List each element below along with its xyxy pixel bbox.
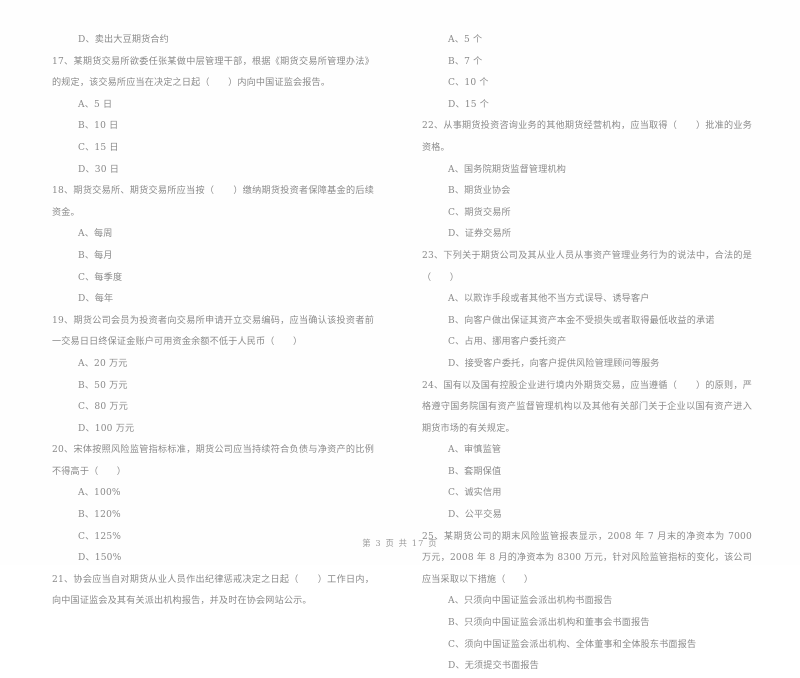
question-option: D、150% [78,553,122,564]
question-stem: 23、下列关于期货公司及其从业人员从事资产管理业务行为的说法中，合法的是（ ） [422,250,752,283]
question-option: A、5 个 [448,35,483,45]
question-option: A、20 万元 [78,358,128,369]
question-option: A、每周 [78,229,113,240]
question-option: B、120% [78,510,121,521]
page-footer: 第 3 页 共 17 页 [362,538,438,548]
question-option: A、国务院期货监督管理机构 [448,164,567,175]
question-option: C、须向中国证监会派出机构、全体董事和全体股东书面报告 [448,639,697,650]
question-option: D、证券交易所 [448,229,512,240]
question-option: C、期货交易所 [448,207,511,218]
question-stem: 19、期货公司会员为投资者向交易所申请开立交易编码，应当确认该投资者前一交易日日… [52,315,374,348]
question-option: D、100 万元 [78,423,135,434]
question-option: B、10 日 [78,121,119,132]
question-option: C、10 个 [448,78,489,89]
question-option: B、7 个 [448,56,483,67]
question-option: B、套期保值 [448,466,502,477]
question-option: B、只须向中国证监会派出机构和董事会书面报告 [448,618,650,629]
question-option: A、只须向中国证监会派出机构书面报告 [448,596,613,607]
right-column: A、5 个 B、7 个 C、10 个 D、15 个 22、从事期货投资咨询业务的其他期货… [400,30,800,671]
question-option: A、审慎监管 [448,445,502,456]
question-stem: 18、期货交易所、期货交易所应当按（ ）缴纳期货投资者保障基金的后续资金。 [52,186,374,218]
question-option: C、占用、挪用客户委托资产 [448,337,567,348]
question-option: B、50 万元 [78,380,128,391]
question-option: D、30 日 [78,164,120,175]
question-option: C、诚实信用 [448,488,502,499]
question-option: D、接受客户委托，向客户提供风险管理顾问等服务 [448,358,660,369]
question-option: A、以欺诈手段或者其他不当方式误导、诱导客户 [448,294,650,305]
two-column-layout: D、卖出大豆期货合约 17、某期货交易所欲委任张某做中层管理干部，根据《期货交易所… [0,30,800,671]
question-option: D、每年 [78,294,114,305]
question-stem: 17、某期货交易所欲委任张某做中层管理干部，根据《期货交易所管理办法》的规定，该… [52,56,374,89]
question-option: D、卖出大豆期货合约 [78,35,169,45]
question-option: D、15 个 [448,99,490,110]
question-option: A、100% [78,488,121,499]
question-stem: 22、从事期货投资咨询业务的其他期货经营机构，应当取得（ ）批准的业务资格。 [422,121,752,153]
question-option: A、5 日 [78,99,113,110]
question-option: B、向客户做出保证其资产本金不受损失或者取得最低收益的承诺 [448,315,715,326]
question-option: C、80 万元 [78,402,128,413]
exam-page: D、卖出大豆期货合约 17、某期货交易所欲委任张某做中层管理干部，根据《期货交易所… [0,0,800,671]
question-option: B、每月 [78,250,113,261]
question-option: C、15 日 [78,142,119,153]
question-option: D、公平交易 [448,510,502,521]
question-stem: 21、协会应当自对期货从业人员作出纪律惩戒决定之日起（ ）工作日内，向中国证监会… [52,574,374,607]
question-option: D、无须提交书面报告 [448,661,539,672]
left-column: D、卖出大豆期货合约 17、某期货交易所欲委任张某做中层管理干部，根据《期货交易所… [0,30,400,606]
question-option: C、每季度 [78,272,123,283]
question-stem: 24、国有以及国有控股企业进行境内外期货交易，应当遵循（ ）的原则，严格遵守国务… [422,380,752,434]
question-stem: 20、宋体按照风险监管指标标准，期货公司应当持续符合负债与净资产的比例不得高于（… [52,445,374,477]
question-option: B、期货业协会 [448,186,511,197]
